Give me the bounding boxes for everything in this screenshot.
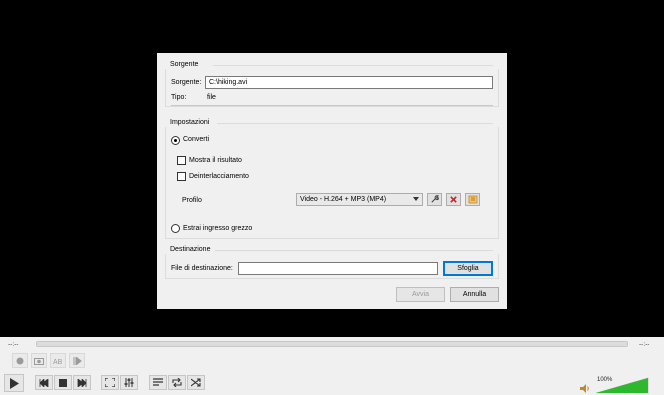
raw-input-radio[interactable]	[171, 224, 180, 233]
profile-label: Profilo	[182, 197, 202, 204]
start-button[interactable]: Avvia	[396, 287, 445, 302]
cancel-button[interactable]: Annulla	[450, 287, 499, 302]
browse-button[interactable]: Sfoglia	[443, 261, 493, 276]
show-output-label: Mostra il risultato	[189, 157, 242, 164]
loop-button[interactable]	[168, 375, 186, 390]
play-icon	[10, 377, 19, 389]
volume-slider[interactable]	[596, 377, 650, 394]
play-button[interactable]	[4, 374, 24, 392]
loop-ab-icon: AB	[53, 359, 63, 365]
source-label: Sorgente:	[171, 79, 202, 86]
time-total: --:--	[639, 341, 650, 348]
deinterlace-label: Deinterlacciamento	[189, 173, 249, 180]
source-group-label: Sorgente	[170, 61, 199, 68]
frame-step-button[interactable]	[69, 353, 85, 368]
wrench-icon	[431, 195, 439, 203]
previous-icon	[39, 378, 49, 387]
equalizer-icon	[124, 378, 134, 387]
chevron-down-icon	[413, 197, 419, 201]
profile-dropdown[interactable]: Video - H.264 + MP3 (MP4)	[296, 193, 423, 206]
speaker-icon	[580, 384, 589, 393]
loop-icon	[172, 378, 182, 387]
camera-icon	[34, 357, 44, 365]
seek-slider[interactable]	[36, 341, 628, 347]
time-elapsed: --:--	[8, 341, 19, 348]
player-controls: --:-- --:-- AB 100%	[0, 337, 664, 395]
type-value: file	[207, 94, 216, 101]
destination-group-divider	[215, 250, 493, 251]
settings-group-box	[165, 127, 499, 239]
playlist-button[interactable]	[149, 375, 167, 390]
loop-ab-button[interactable]: AB	[50, 353, 66, 368]
record-button[interactable]	[12, 353, 28, 368]
new-profile-icon	[468, 195, 477, 204]
type-label: Tipo:	[171, 94, 187, 101]
new-profile-button[interactable]	[465, 193, 480, 206]
show-output-checkbox[interactable]	[177, 156, 186, 165]
dest-file-field[interactable]	[238, 262, 438, 275]
extended-settings-button[interactable]	[120, 375, 138, 390]
shuffle-icon	[191, 378, 201, 387]
destination-group-label: Destinazione	[170, 246, 211, 253]
delete-profile-button[interactable]	[446, 193, 461, 206]
raw-input-label: Estrai ingresso grezzo	[183, 225, 253, 232]
source-group-divider	[213, 65, 493, 66]
convert-dialog: Sorgente Sorgente: C:\hiking.avi Tipo: f…	[157, 53, 507, 309]
convert-label: Converti	[183, 136, 210, 143]
next-icon	[77, 378, 87, 387]
source-bottom-line	[171, 105, 493, 106]
edit-profile-button[interactable]	[427, 193, 442, 206]
delete-icon	[450, 196, 457, 203]
stop-button[interactable]	[54, 375, 72, 390]
playlist-icon	[153, 378, 163, 386]
svg-text:AB: AB	[53, 359, 63, 365]
fullscreen-button[interactable]	[101, 375, 119, 390]
next-button[interactable]	[73, 375, 91, 390]
frame-step-icon	[73, 356, 82, 365]
previous-button[interactable]	[35, 375, 53, 390]
profile-selected-value: Video - H.264 + MP3 (MP4)	[300, 196, 387, 203]
fullscreen-icon	[105, 378, 115, 387]
shuffle-button[interactable]	[187, 375, 205, 390]
source-path-field[interactable]: C:\hiking.avi	[205, 76, 493, 89]
stop-icon	[59, 378, 67, 387]
settings-group-divider	[217, 123, 493, 124]
snapshot-button[interactable]	[31, 353, 47, 368]
convert-radio[interactable]	[171, 136, 180, 145]
record-icon	[16, 357, 24, 364]
deinterlace-checkbox[interactable]	[177, 172, 186, 181]
dest-file-label: File di destinazione:	[171, 265, 233, 272]
settings-group-label: Impostazioni	[170, 119, 210, 126]
